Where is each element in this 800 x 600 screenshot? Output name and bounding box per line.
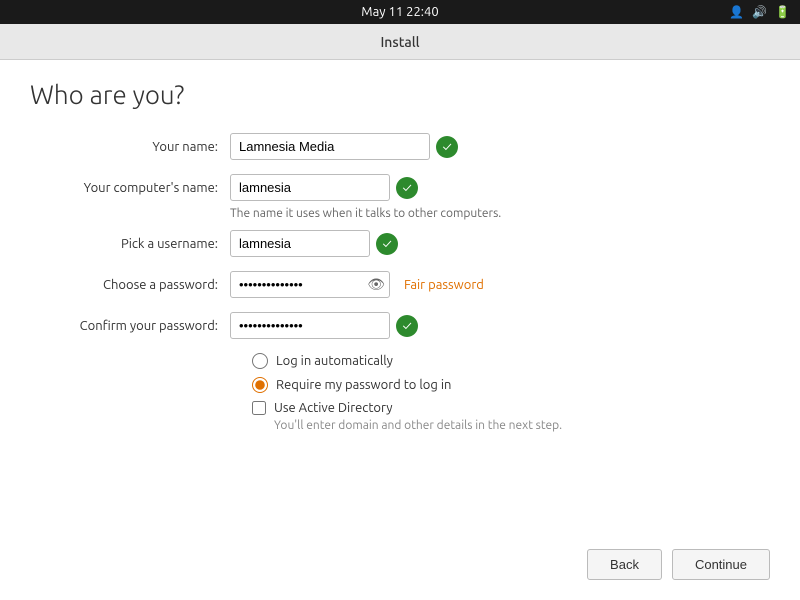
use-ad-row: Use Active Directory xyxy=(252,401,770,415)
main-content: Who are you? Your name: ✓ Your computer'… xyxy=(0,60,800,600)
log-in-auto-radio[interactable] xyxy=(252,353,268,369)
continue-button[interactable]: Continue xyxy=(672,549,770,580)
confirm-password-row: Confirm your password: ✓ xyxy=(30,312,770,339)
require-password-row: Require my password to log in xyxy=(252,377,770,393)
password-row: Choose a password: 👁 Fair password xyxy=(30,271,770,298)
computer-name-label: Your computer's name: xyxy=(30,181,230,195)
username-label: Pick a username: xyxy=(30,237,230,251)
bottom-buttons: Back Continue xyxy=(587,549,770,580)
password-eye-button[interactable]: 👁 xyxy=(367,276,385,293)
back-button[interactable]: Back xyxy=(587,549,662,580)
your-name-label: Your name: xyxy=(30,140,230,154)
topbar-icons: 👤 🔊 🔋 xyxy=(729,5,790,19)
confirm-label: Confirm your password: xyxy=(30,319,230,333)
topbar-datetime: May 11 22:40 xyxy=(361,5,438,19)
password-input-wrap: 👁 Fair password xyxy=(230,271,484,298)
your-name-input-wrap: ✓ xyxy=(230,133,458,160)
log-in-auto-row: Log in automatically xyxy=(252,353,770,369)
options-section: Log in automatically Require my password… xyxy=(252,353,770,432)
confirm-check-icon: ✓ xyxy=(396,315,418,337)
person-icon: 👤 xyxy=(729,5,744,19)
use-ad-checkbox[interactable] xyxy=(252,401,266,415)
titlebar-title: Install xyxy=(380,34,419,50)
username-input[interactable] xyxy=(230,230,370,257)
password-strength-label: Fair password xyxy=(404,278,484,292)
computer-name-check-icon: ✓ xyxy=(396,177,418,199)
ad-hint-text: You'll enter domain and other details in… xyxy=(274,419,770,432)
username-check-icon: ✓ xyxy=(376,233,398,255)
username-input-wrap: ✓ xyxy=(230,230,398,257)
require-password-label[interactable]: Require my password to log in xyxy=(276,378,451,392)
titlebar: Install xyxy=(0,24,800,60)
computer-name-input-wrap: ✓ xyxy=(230,174,418,201)
password-field-container: 👁 xyxy=(230,271,390,298)
use-ad-label[interactable]: Use Active Directory xyxy=(274,401,393,415)
username-row: Pick a username: ✓ xyxy=(30,230,770,257)
log-in-auto-label[interactable]: Log in automatically xyxy=(276,354,393,368)
computer-name-input[interactable] xyxy=(230,174,390,201)
confirm-input-wrap: ✓ xyxy=(230,312,418,339)
computer-name-row: Your computer's name: ✓ xyxy=(30,174,770,201)
require-password-radio[interactable] xyxy=(252,377,268,393)
your-name-check-icon: ✓ xyxy=(436,136,458,158)
page-heading: Who are you? xyxy=(30,80,770,109)
computer-name-hint: The name it uses when it talks to other … xyxy=(230,207,770,220)
password-input[interactable] xyxy=(230,271,390,298)
your-name-input[interactable] xyxy=(230,133,430,160)
confirm-password-input[interactable] xyxy=(230,312,390,339)
your-name-row: Your name: ✓ xyxy=(30,133,770,160)
sound-icon: 🔊 xyxy=(752,5,767,19)
password-label: Choose a password: xyxy=(30,278,230,292)
topbar: May 11 22:40 👤 🔊 🔋 xyxy=(0,0,800,24)
battery-icon: 🔋 xyxy=(775,5,790,19)
